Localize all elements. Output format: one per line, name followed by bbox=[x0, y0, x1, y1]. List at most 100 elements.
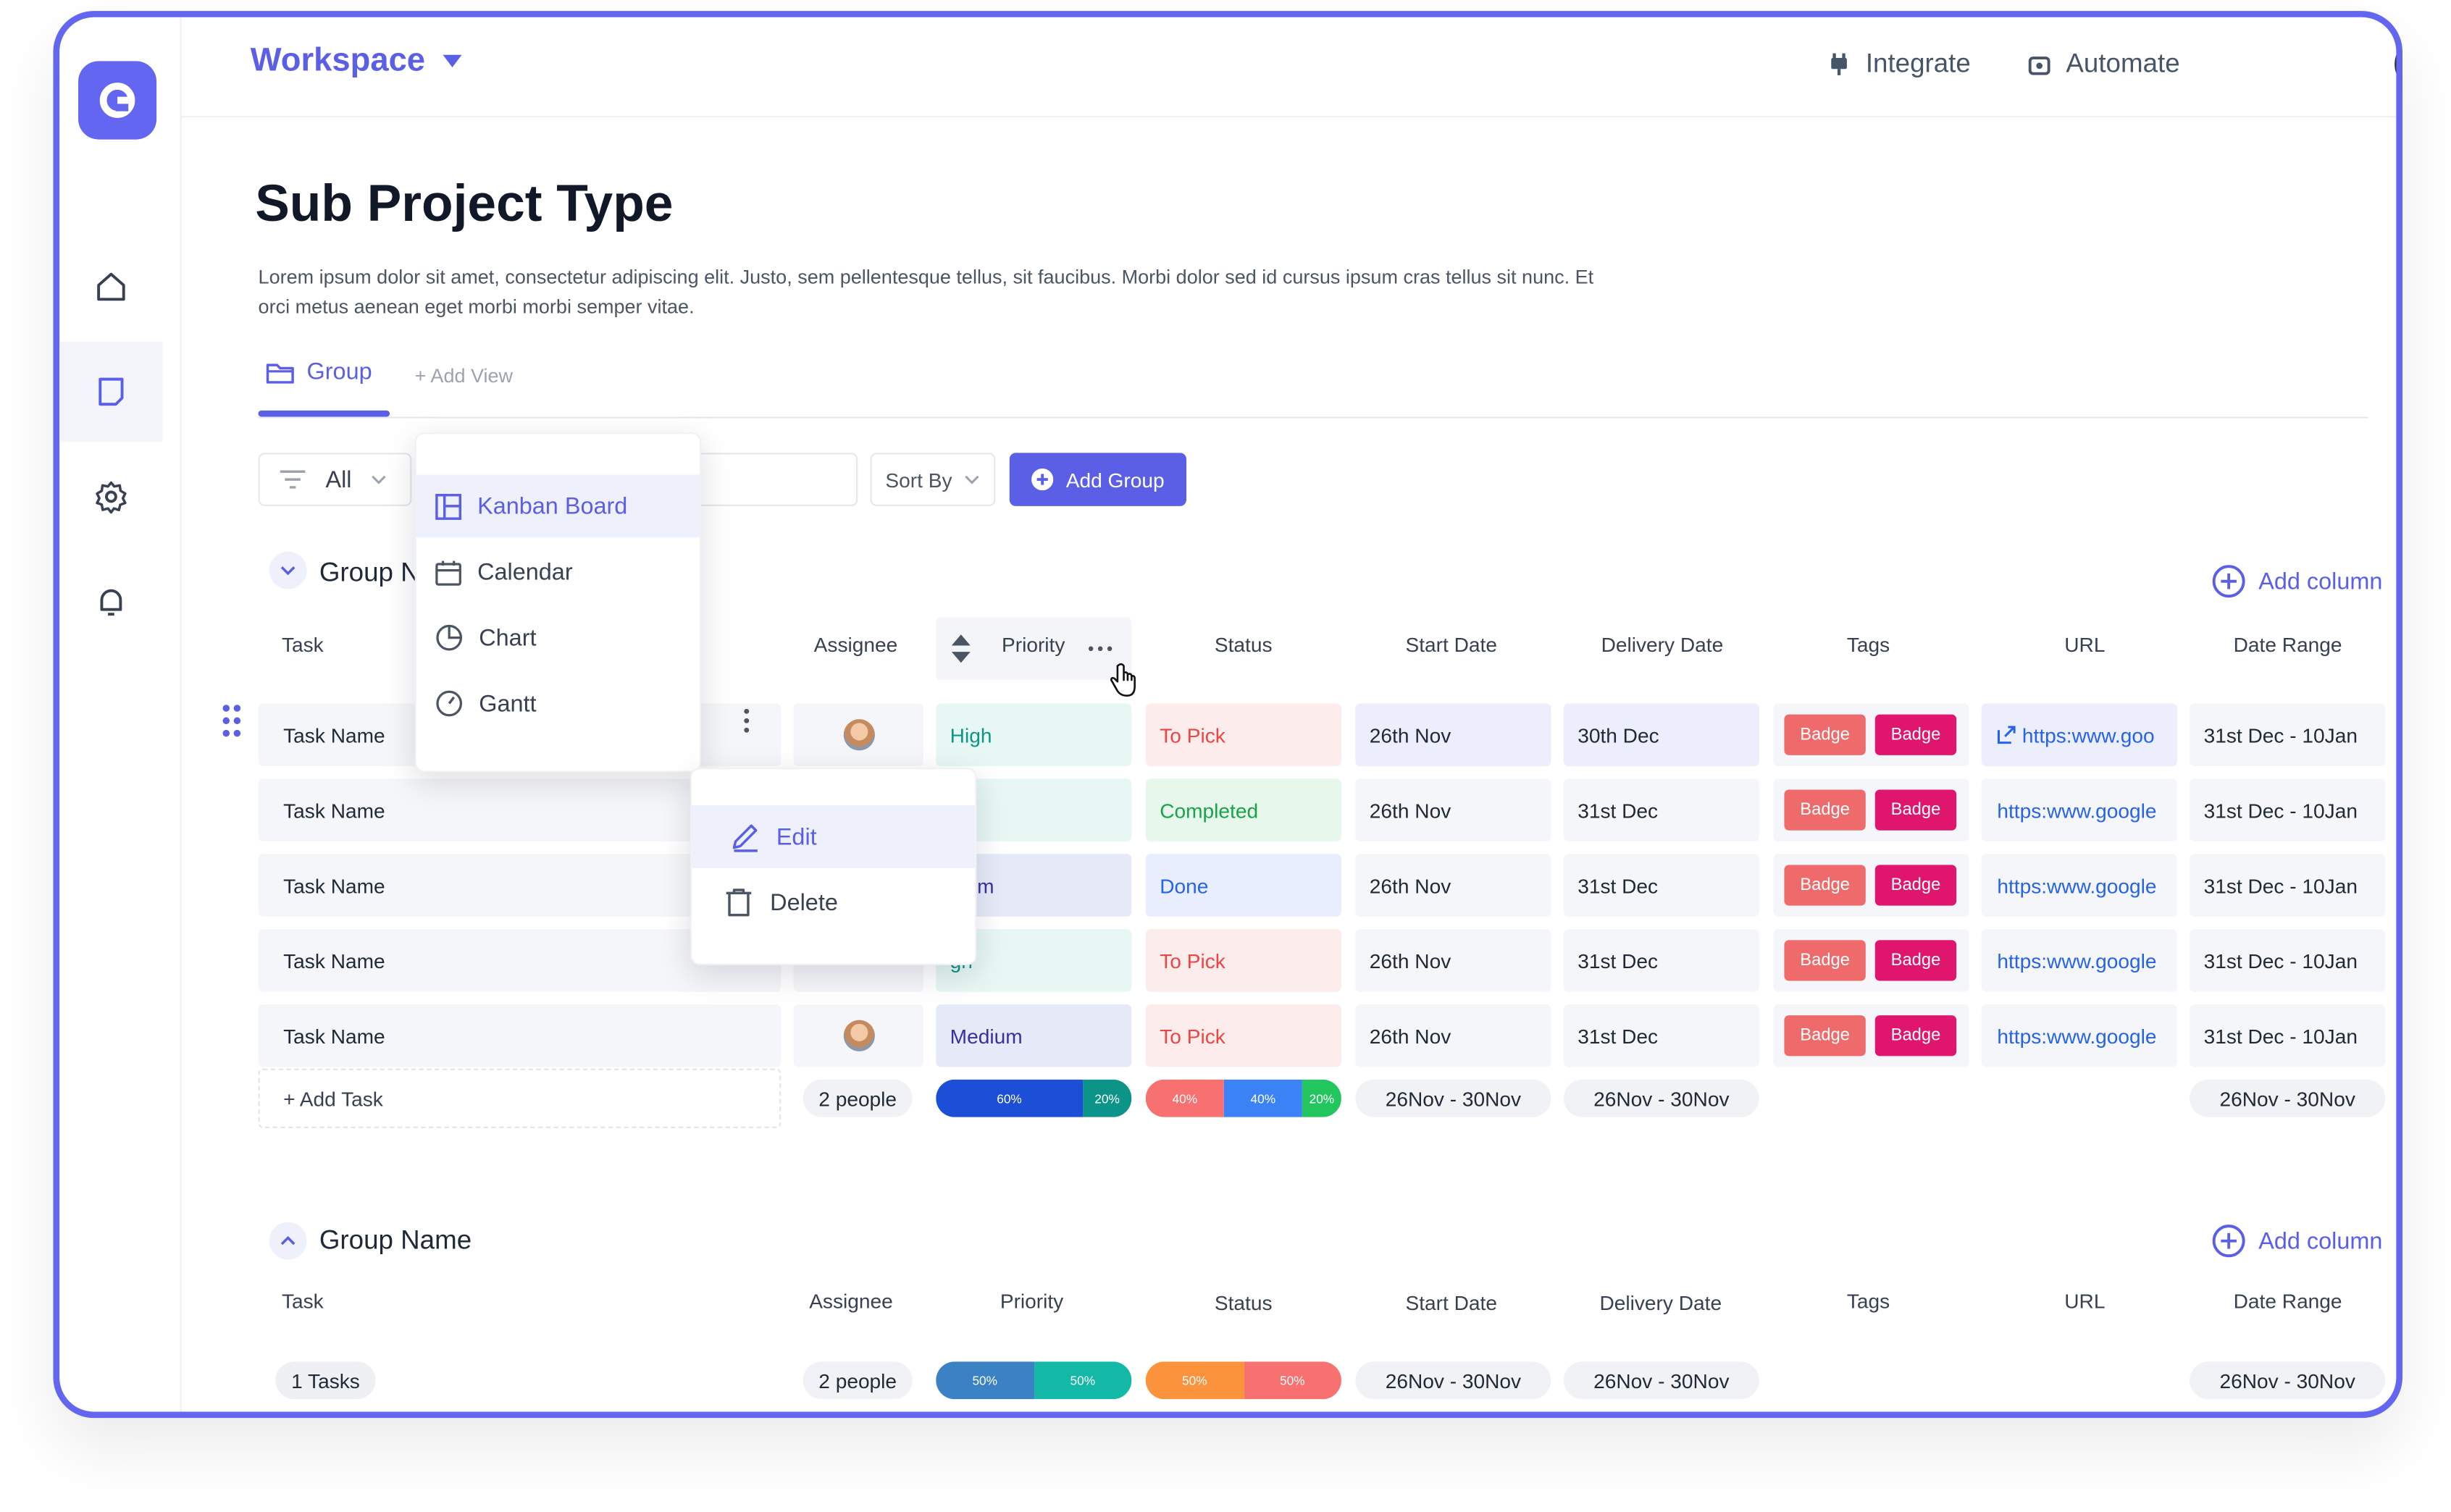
column-header-start-date[interactable]: Start Date bbox=[1406, 1291, 1497, 1314]
add-task-button[interactable]: + Add Task bbox=[258, 1068, 782, 1128]
delivery-date-cell[interactable]: 31st Dec bbox=[1563, 1004, 1759, 1067]
automate-link[interactable]: Automate bbox=[2028, 49, 2180, 80]
date-range-cell[interactable]: 31st Dec - 10Jan bbox=[2190, 929, 2386, 992]
sidebar-item-notifications[interactable] bbox=[59, 552, 163, 652]
tag-badge[interactable]: Badge bbox=[1874, 789, 1957, 831]
add-view-link[interactable]: + Add View bbox=[415, 365, 513, 387]
column-header-task[interactable]: Task bbox=[282, 633, 324, 656]
status-cell[interactable]: Done bbox=[1145, 854, 1341, 917]
more-horizontal-icon[interactable] bbox=[1088, 645, 1113, 652]
delivery-date-cell[interactable]: 31st Dec bbox=[1563, 854, 1759, 917]
status-cell[interactable]: To Pick bbox=[1145, 703, 1341, 767]
group-collapse-toggle[interactable] bbox=[269, 551, 307, 589]
sidebar-item-projects[interactable] bbox=[59, 341, 163, 442]
url-link[interactable]: https:www.google bbox=[1997, 873, 2156, 896]
column-header-priority: Priority bbox=[1001, 633, 1065, 657]
tag-badge[interactable]: Badge bbox=[1874, 940, 1957, 981]
date-range-summary: 26Nov - 30Nov bbox=[2190, 1079, 2386, 1117]
group-name: Group Name bbox=[319, 1225, 472, 1256]
assignee-cell[interactable] bbox=[793, 703, 923, 767]
date-range-cell[interactable]: 31st Dec - 10Jan bbox=[2190, 854, 2386, 917]
column-header-assignee[interactable]: Assignee bbox=[814, 633, 898, 656]
column-header-tags[interactable]: Tags bbox=[1847, 633, 1890, 656]
column-header-task[interactable]: Task bbox=[282, 1290, 324, 1313]
url-cell[interactable]: https:www.goo bbox=[1981, 703, 2177, 767]
add-column-button[interactable]: Add column bbox=[2211, 1224, 2382, 1259]
column-header-priority-active[interactable]: Priority bbox=[936, 617, 1132, 681]
column-header-priority[interactable]: Priority bbox=[1000, 1290, 1063, 1313]
tag-badge[interactable]: Badge bbox=[1874, 1015, 1957, 1057]
tag-badge[interactable]: Badge bbox=[1784, 1015, 1866, 1057]
workspace-switcher[interactable]: Workspace bbox=[251, 42, 463, 80]
add-column-button[interactable]: Add column bbox=[2211, 564, 2382, 599]
tag-badge[interactable]: Badge bbox=[1784, 789, 1866, 831]
plus-circle-icon bbox=[1031, 468, 1054, 491]
integrate-link[interactable]: Integrate bbox=[1828, 49, 1971, 80]
url-cell[interactable]: https:www.google bbox=[1981, 1004, 2177, 1067]
tag-badge[interactable]: Badge bbox=[1784, 940, 1866, 981]
column-header-status[interactable]: Status bbox=[1215, 633, 1273, 656]
status-cell[interactable]: To Pick bbox=[1145, 929, 1341, 992]
url-link[interactable]: https:www.goo bbox=[2022, 723, 2155, 747]
menu-item-calendar[interactable]: Calendar bbox=[416, 540, 700, 603]
tag-badge[interactable]: Badge bbox=[1874, 714, 1957, 755]
delivery-date-cell[interactable]: 30th Dec bbox=[1563, 703, 1759, 767]
url-cell[interactable]: https:www.google bbox=[1981, 778, 2177, 841]
task-name-cell[interactable]: Task Name bbox=[258, 1004, 782, 1067]
delivery-date-cell[interactable]: 31st Dec bbox=[1563, 778, 1759, 841]
start-date-cell[interactable]: 26th Nov bbox=[1355, 703, 1551, 767]
user-avatar[interactable] bbox=[2395, 37, 2397, 91]
column-header-delivery-date[interactable]: Delivery Date bbox=[1601, 633, 1724, 656]
tag-badge[interactable]: Badge bbox=[1784, 714, 1866, 755]
column-header-date-range[interactable]: Date Range bbox=[2234, 633, 2342, 656]
column-header-start-date[interactable]: Start Date bbox=[1406, 633, 1497, 656]
app-logo[interactable] bbox=[78, 61, 157, 140]
url-link[interactable]: https:www.google bbox=[1997, 949, 2156, 972]
column-header-delivery-date[interactable]: Delivery Date bbox=[1599, 1291, 1722, 1314]
column-header-url[interactable]: URL bbox=[2064, 1290, 2105, 1313]
url-link[interactable]: https:www.google bbox=[1997, 1024, 2156, 1047]
tab-group[interactable]: Group bbox=[266, 358, 372, 385]
tag-badge[interactable]: Badge bbox=[1874, 865, 1957, 906]
url-link[interactable]: https:www.google bbox=[1997, 798, 2156, 821]
column-header-status[interactable]: Status bbox=[1215, 1291, 1273, 1314]
start-date-summary: 26Nov - 30Nov bbox=[1355, 1361, 1551, 1400]
search-input[interactable] bbox=[685, 453, 858, 506]
start-date-cell[interactable]: 26th Nov bbox=[1355, 1004, 1551, 1067]
menu-item-delete[interactable]: Delete bbox=[692, 871, 975, 934]
menu-item-chart[interactable]: Chart bbox=[416, 606, 700, 669]
priority-cell[interactable]: Medium bbox=[936, 1004, 1132, 1067]
menu-item-kanban-board[interactable]: Kanban Board bbox=[416, 474, 700, 538]
start-date-cell[interactable]: 26th Nov bbox=[1355, 929, 1551, 992]
column-header-tags[interactable]: Tags bbox=[1847, 1290, 1890, 1313]
start-date-cell[interactable]: 26th Nov bbox=[1355, 854, 1551, 917]
menu-item-gantt[interactable]: Gantt bbox=[416, 672, 700, 735]
filter-dropdown[interactable]: All bbox=[258, 453, 412, 506]
date-range-cell[interactable]: 31st Dec - 10Jan bbox=[2190, 703, 2386, 767]
column-header-assignee[interactable]: Assignee bbox=[809, 1290, 893, 1313]
distribution-segment: 40% bbox=[1223, 1079, 1302, 1117]
more-vertical-icon[interactable] bbox=[742, 708, 751, 734]
sidebar-item-home[interactable] bbox=[59, 237, 163, 337]
tag-badge[interactable]: Badge bbox=[1784, 865, 1866, 906]
status-cell[interactable]: Completed bbox=[1145, 778, 1341, 841]
group-expand-toggle[interactable] bbox=[269, 1222, 307, 1260]
date-range-cell[interactable]: 31st Dec - 10Jan bbox=[2190, 1004, 2386, 1067]
url-cell[interactable]: https:www.google bbox=[1981, 929, 2177, 992]
menu-item-edit[interactable]: Edit bbox=[692, 805, 976, 868]
assignee-cell[interactable] bbox=[793, 1004, 923, 1067]
priority-cell[interactable]: High bbox=[936, 703, 1132, 767]
start-date-cell[interactable]: 26th Nov bbox=[1355, 778, 1551, 841]
plug-icon bbox=[1831, 53, 1847, 75]
kanban-icon bbox=[435, 492, 462, 519]
drag-handle-icon[interactable] bbox=[221, 704, 243, 739]
add-group-button[interactable]: Add Group bbox=[1009, 453, 1186, 506]
sort-dropdown[interactable]: Sort By bbox=[870, 453, 996, 506]
status-cell[interactable]: To Pick bbox=[1145, 1004, 1341, 1067]
sidebar-item-settings[interactable] bbox=[59, 447, 163, 547]
date-range-cell[interactable]: 31st Dec - 10Jan bbox=[2190, 778, 2386, 841]
delivery-date-cell[interactable]: 31st Dec bbox=[1563, 929, 1759, 992]
column-header-date-range[interactable]: Date Range bbox=[2234, 1290, 2342, 1313]
column-header-url[interactable]: URL bbox=[2064, 633, 2105, 656]
url-cell[interactable]: https:www.google bbox=[1981, 854, 2177, 917]
